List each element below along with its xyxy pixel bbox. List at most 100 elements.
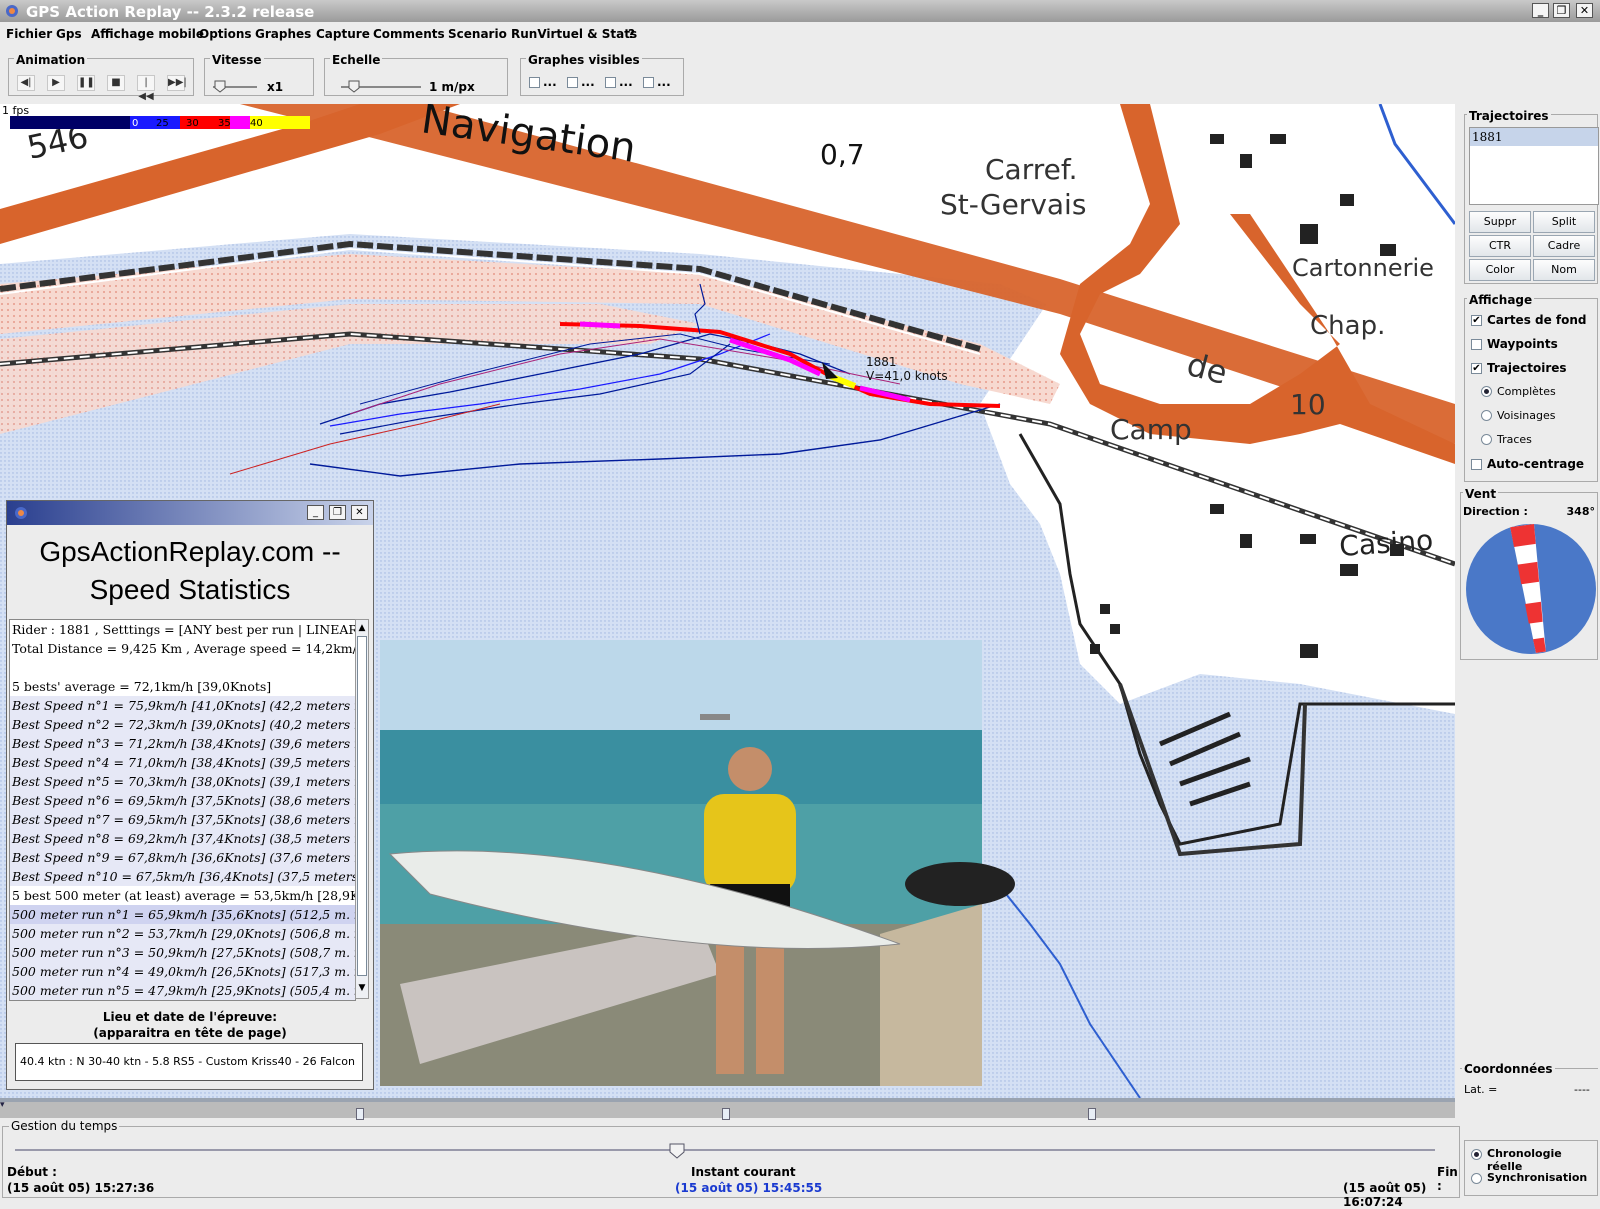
echelle-title: Echelle <box>330 53 383 67</box>
trajectoires-group: Trajectoires 1881 Suppr Split CTR Cadre … <box>1464 109 1599 284</box>
autocentrage-label: Auto-centrage <box>1487 457 1585 471</box>
scroll-thumb[interactable] <box>357 636 367 976</box>
map-label-10: 10 <box>1290 388 1326 421</box>
graphe-checkbox-4[interactable] <box>643 77 654 88</box>
animation-title: Animation <box>14 53 88 67</box>
synchronisation-radio[interactable] <box>1471 1173 1482 1184</box>
fast-forward-icon[interactable]: ▶▶| <box>167 75 187 91</box>
waypoints-checkbox[interactable] <box>1471 339 1482 350</box>
debut-value: (15 août 05) 15:27:36 <box>7 1181 155 1195</box>
menu-capture[interactable]: Capture <box>316 27 370 41</box>
trajectoire-item-1881[interactable]: 1881 <box>1470 128 1598 146</box>
echelle-group: Echelle 1 m/px <box>324 53 508 96</box>
color-button[interactable]: Color <box>1469 259 1531 281</box>
menu-bar: Fichier Gps Affichage mobile Options Gra… <box>0 23 1600 45</box>
chronologie-radio[interactable] <box>1471 1149 1482 1160</box>
echelle-slider[interactable] <box>339 79 423 93</box>
scroll-down-icon[interactable]: ▼ <box>357 982 367 994</box>
coordonnees-title: Coordonnées <box>1462 1062 1555 1076</box>
stats-list[interactable]: Rider : 1881 , Setttings = [ANY best per… <box>9 619 356 1001</box>
graphe-checkbox-3[interactable] <box>605 77 616 88</box>
stats-maximize-button[interactable]: ❐ <box>329 505 346 520</box>
timeline-handle-2[interactable] <box>722 1108 730 1120</box>
stats-heading-line1: GpsActionReplay.com -- <box>39 536 341 567</box>
map-label-cartonnerie: Cartonnerie <box>1292 254 1434 282</box>
graphe-checkbox-1[interactable] <box>529 77 540 88</box>
play-icon[interactable]: ▶ <box>47 75 65 91</box>
stats-row-best-3[interactable]: Best Speed n°3 = 71,2km/h [38,4Knots] (3… <box>10 734 355 753</box>
completes-radio[interactable] <box>1481 386 1492 397</box>
stats-row-best-10[interactable]: Best Speed n°10 = 67,5km/h [36,4Knots] (… <box>10 867 355 886</box>
nom-button[interactable]: Nom <box>1533 259 1595 281</box>
menu-options[interactable]: Options <box>199 27 252 41</box>
stop-icon[interactable]: ■ <box>107 75 125 91</box>
stats-row-best-4[interactable]: Best Speed n°4 = 71,0km/h [38,4Knots] (3… <box>10 753 355 772</box>
map-label-casino: Casino <box>1338 524 1434 563</box>
graphes-visibles-group: Graphes visibles ... ... ... ... <box>520 53 684 96</box>
map-label-km: 0,7 <box>820 138 865 171</box>
timeline-bar[interactable]: ▾ <box>0 1098 1455 1120</box>
stats-app-icon <box>15 507 27 519</box>
stats-close-button[interactable]: ✕ <box>351 505 368 520</box>
maximize-button[interactable]: ❐ <box>1553 3 1570 18</box>
direction-label: Direction : <box>1463 505 1528 518</box>
menu-runvirtuel-stats[interactable]: RunVirtuel & Stats <box>511 27 637 41</box>
waypoints-label: Waypoints <box>1487 337 1558 351</box>
graphe-label-1: ... <box>543 75 557 89</box>
stats-row-500m-average: 5 best 500 meter (at least) average = 53… <box>12 888 355 903</box>
stats-row-best-2[interactable]: Best Speed n°2 = 72,3km/h [39,0Knots] (4… <box>10 715 355 734</box>
trajectoires-list[interactable]: 1881 <box>1469 127 1599 205</box>
graphe-checkbox-2[interactable] <box>567 77 578 88</box>
time-slider-thumb[interactable] <box>669 1143 685 1159</box>
affichage-title: Affichage <box>1467 293 1535 307</box>
lieu-input[interactable]: 40.4 ktn : N 30-40 ktn - 5.8 RS5 - Custo… <box>15 1043 363 1081</box>
rewind-icon[interactable]: |◀◀ <box>137 75 155 102</box>
menu-fichier[interactable]: Fichier <box>6 27 52 41</box>
stats-row-500m-1[interactable]: 500 meter run n°1 = 65,9km/h [35,6Knots]… <box>10 905 355 924</box>
lieu-label: Lieu et date de l'épreuve: (apparaitra e… <box>7 1009 373 1041</box>
stats-row-best-5[interactable]: Best Speed n°5 = 70,3km/h [38,0Knots] (3… <box>10 772 355 791</box>
stats-row-best-9[interactable]: Best Speed n°9 = 67,8km/h [36,6Knots] (3… <box>10 848 355 867</box>
stats-row-500m-2[interactable]: 500 meter run n°2 = 53,7km/h [29,0Knots]… <box>10 924 355 943</box>
close-button[interactable]: ✕ <box>1576 3 1593 18</box>
ctr-button[interactable]: CTR <box>1469 235 1531 257</box>
stats-row-best-7[interactable]: Best Speed n°7 = 69,5km/h [37,5Knots] (3… <box>10 810 355 829</box>
stats-scrollbar[interactable]: ▲ ▼ <box>355 619 369 999</box>
split-button[interactable]: Split <box>1533 211 1595 233</box>
scroll-up-icon[interactable]: ▲ <box>357 622 367 634</box>
stats-row-500m-5[interactable]: 500 meter run n°5 = 47,9km/h [25,9Knots]… <box>10 981 355 1000</box>
voisinages-radio[interactable] <box>1481 410 1492 421</box>
menu-gps[interactable]: Gps <box>56 27 82 41</box>
menu-affichage-mobile[interactable]: Affichage mobile <box>91 27 204 41</box>
trajectoires-checkbox[interactable]: ✔ <box>1471 363 1482 374</box>
stats-row-best-8[interactable]: Best Speed n°8 = 69,2km/h [37,4Knots] (3… <box>10 829 355 848</box>
suppr-button[interactable]: Suppr <box>1469 211 1531 233</box>
cadre-button[interactable]: Cadre <box>1533 235 1595 257</box>
timeline-handle-3[interactable] <box>1088 1108 1096 1120</box>
stats-row-500m-3[interactable]: 500 meter run n°3 = 50,9km/h [27,5Knots]… <box>10 943 355 962</box>
stats-row-best-6[interactable]: Best Speed n°6 = 69,5km/h [37,5Knots] (3… <box>10 791 355 810</box>
step-back-icon[interactable]: ◀| <box>17 75 35 91</box>
autocentrage-checkbox[interactable] <box>1471 459 1482 470</box>
stats-window-titlebar: _ ❐ ✕ <box>7 501 373 525</box>
stats-heading: GpsActionReplay.com -- Speed Statistics <box>7 533 373 609</box>
vitesse-slider[interactable] <box>211 79 261 93</box>
stats-minimize-button[interactable]: _ <box>307 505 324 520</box>
pause-icon[interactable]: ❚❚ <box>77 75 95 91</box>
time-slider-track[interactable] <box>15 1149 1435 1151</box>
timeline-handle-1[interactable] <box>356 1108 364 1120</box>
legend-value-35: 35 <box>218 118 231 129</box>
stats-row-5best: 5 bests' average = 72,1km/h [39,0Knots] <box>12 679 272 694</box>
menu-graphes[interactable]: Graphes <box>255 27 311 41</box>
lat-value: ---- <box>1574 1083 1590 1096</box>
menu-help[interactable]: ? <box>628 27 635 41</box>
timeline-track <box>0 1098 1455 1102</box>
traces-radio[interactable] <box>1481 434 1492 445</box>
chronologie-group: Chronologie réelle Synchronisation <box>1464 1140 1598 1196</box>
cartes-checkbox[interactable]: ✔ <box>1471 315 1482 326</box>
stats-row-500m-4[interactable]: 500 meter run n°4 = 49,0km/h [26,5Knots]… <box>10 962 355 981</box>
minimize-button[interactable]: _ <box>1532 3 1549 18</box>
stats-row-best-1[interactable]: Best Speed n°1 = 75,9km/h [41,0Knots] (4… <box>10 696 355 715</box>
menu-scenario[interactable]: Scenario <box>448 27 507 41</box>
menu-comments[interactable]: Comments <box>373 27 445 41</box>
